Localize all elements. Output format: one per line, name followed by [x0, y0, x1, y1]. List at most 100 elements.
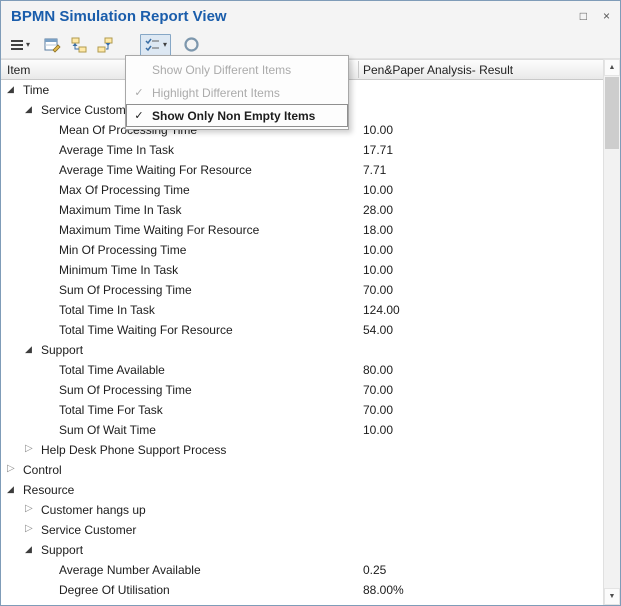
- checkmark-icon: ✓: [126, 109, 152, 122]
- table-row[interactable]: ▷Service Customer: [1, 520, 604, 540]
- tree-demote-button[interactable]: [92, 34, 118, 56]
- row-value: 70.00: [363, 383, 393, 397]
- collapsed-arrow-icon[interactable]: ▷: [25, 523, 33, 534]
- table-row[interactable]: Max Of Processing Time 10.00: [1, 180, 604, 200]
- row-value: 54.00: [363, 323, 393, 337]
- row-value: 0.25: [363, 563, 386, 577]
- table-row[interactable]: Sum Of Processing Time 70.00: [1, 380, 604, 400]
- row-label: Min Of Processing Time: [59, 243, 186, 257]
- menu-item[interactable]: ✓Show Only Non Empty Items: [126, 104, 348, 127]
- filter-options-button[interactable]: ▾: [140, 34, 171, 56]
- row-label: Average Time Waiting For Resource: [59, 163, 252, 177]
- edit-report-icon: [44, 37, 62, 53]
- row-label: Sum Of Processing Time: [59, 383, 192, 397]
- row-label: Service Customer: [41, 103, 136, 117]
- row-value: 18.00: [363, 223, 393, 237]
- table-row[interactable]: ▷ Help Desk Phone Support Process: [1, 440, 604, 460]
- collapsed-arrow-icon[interactable]: ▷: [7, 463, 15, 474]
- tree-promote-button[interactable]: [66, 34, 92, 56]
- row-value: 10.00: [363, 243, 393, 257]
- row-label: Max Of Processing Time: [59, 183, 190, 197]
- table-row[interactable]: ◢ Resource: [1, 480, 604, 500]
- row-value: 124.00: [363, 303, 400, 317]
- table-row[interactable]: Sum Of Processing Time 70.00: [1, 280, 604, 300]
- row-value: 10.00: [363, 123, 393, 137]
- table-row[interactable]: Maximum Time Waiting For Resource 18.00: [1, 220, 604, 240]
- row-label: Control: [23, 463, 62, 477]
- maximize-button[interactable]: □: [580, 10, 587, 22]
- row-value: 70.00: [363, 283, 393, 297]
- table-row[interactable]: Minimum Time In Task10.00: [1, 260, 604, 280]
- table-row[interactable]: ▷ Control: [1, 460, 604, 480]
- row-label: Total Time Waiting For Resource: [59, 323, 233, 337]
- checkmark-icon: ✓: [126, 86, 152, 99]
- collapsed-arrow-icon[interactable]: ▷: [25, 503, 33, 514]
- expanded-arrow-icon[interactable]: ◢: [25, 344, 32, 355]
- menu-item[interactable]: Show Only Different Items: [126, 58, 348, 81]
- table-row[interactable]: Degree Of Utilisation88.00%: [1, 580, 604, 600]
- row-label: Support: [41, 343, 83, 357]
- table-row[interactable]: Average Time Waiting For Resource7.71: [1, 160, 604, 180]
- table-row[interactable]: ▷ Customer hangs up: [1, 500, 604, 520]
- table-row[interactable]: Sum Of Wait Time 10.00: [1, 420, 604, 440]
- row-label: Maximum Time In Task: [59, 203, 181, 217]
- row-label: Sum Of Processing Time: [59, 283, 192, 297]
- chevron-down-icon: ▾: [26, 40, 30, 49]
- row-label: Time: [23, 83, 49, 97]
- table-row[interactable]: Total Time Available 80.00: [1, 360, 604, 380]
- tree-demote-icon: [96, 37, 114, 53]
- row-value: 10.00: [363, 423, 393, 437]
- expanded-arrow-icon[interactable]: ◢: [25, 544, 32, 555]
- filter-dropdown-menu: Show Only Different Items✓Highlight Diff…: [125, 55, 349, 130]
- row-value: 10.00: [363, 183, 393, 197]
- row-label: Sum Of Wait Time: [59, 423, 156, 437]
- column-header-result[interactable]: Pen&Paper Analysis- Result: [363, 63, 513, 77]
- table-row[interactable]: Min Of Processing Time 10.00: [1, 240, 604, 260]
- hamburger-icon: [11, 38, 23, 52]
- row-label: Total Time Available: [59, 363, 165, 377]
- table-row[interactable]: Total Time Waiting For Resource 54.00: [1, 320, 604, 340]
- chevron-down-icon: ▾: [163, 40, 167, 49]
- window-controls: □ ×: [580, 10, 610, 22]
- expanded-arrow-icon[interactable]: ◢: [7, 484, 14, 495]
- row-value: 70.00: [363, 403, 393, 417]
- hamburger-menu-button[interactable]: ▾: [7, 34, 34, 56]
- table-row[interactable]: ◢ Support: [1, 540, 604, 560]
- scrollbar-thumb[interactable]: [605, 77, 619, 149]
- row-value: 17.71: [363, 143, 393, 157]
- close-button[interactable]: ×: [603, 10, 610, 22]
- expanded-arrow-icon[interactable]: ◢: [25, 104, 32, 115]
- column-divider[interactable]: [358, 61, 359, 78]
- row-value: 80.00: [363, 363, 393, 377]
- record-button[interactable]: [179, 34, 204, 56]
- table-row[interactable]: Average Time In Task 17.71: [1, 140, 604, 160]
- menu-item-label: Show Only Non Empty Items: [152, 109, 315, 123]
- row-value: 10.00: [363, 263, 393, 277]
- table-row[interactable]: Average Number Available0.25: [1, 560, 604, 580]
- row-label: Total Time For Task: [59, 403, 163, 417]
- row-label: Degree Of Utilisation: [59, 583, 170, 597]
- scroll-down-button[interactable]: ▼: [604, 588, 620, 605]
- collapsed-arrow-icon[interactable]: ▷: [25, 443, 33, 454]
- row-label: Resource: [23, 483, 74, 497]
- vertical-scrollbar[interactable]: ▲ ▼: [603, 59, 620, 605]
- menu-item[interactable]: ✓Highlight Different Items: [126, 81, 348, 104]
- expanded-arrow-icon[interactable]: ◢: [7, 84, 14, 95]
- column-header-item[interactable]: Item: [7, 63, 30, 77]
- report-view-window: BPMN Simulation Report View □ × ▾: [0, 0, 621, 606]
- row-label: Maximum Time Waiting For Resource: [59, 223, 259, 237]
- row-label: Average Time In Task: [59, 143, 174, 157]
- window-title: BPMN Simulation Report View: [11, 8, 580, 25]
- record-circle-icon: [183, 36, 200, 53]
- table-row[interactable]: Total Time For Task 70.00: [1, 400, 604, 420]
- table-row[interactable]: Total Time In Task124.00: [1, 300, 604, 320]
- row-value: 28.00: [363, 203, 393, 217]
- table-row[interactable]: Maximum Time In Task 28.00: [1, 200, 604, 220]
- row-label: Customer hangs up: [41, 503, 146, 517]
- row-label: Help Desk Phone Support Process: [41, 443, 226, 457]
- scroll-up-button[interactable]: ▲: [604, 59, 620, 76]
- row-label: Support: [41, 543, 83, 557]
- table-row[interactable]: ◢ Support: [1, 340, 604, 360]
- edit-report-button[interactable]: [40, 34, 66, 56]
- filter-checklist-icon: [144, 37, 160, 52]
